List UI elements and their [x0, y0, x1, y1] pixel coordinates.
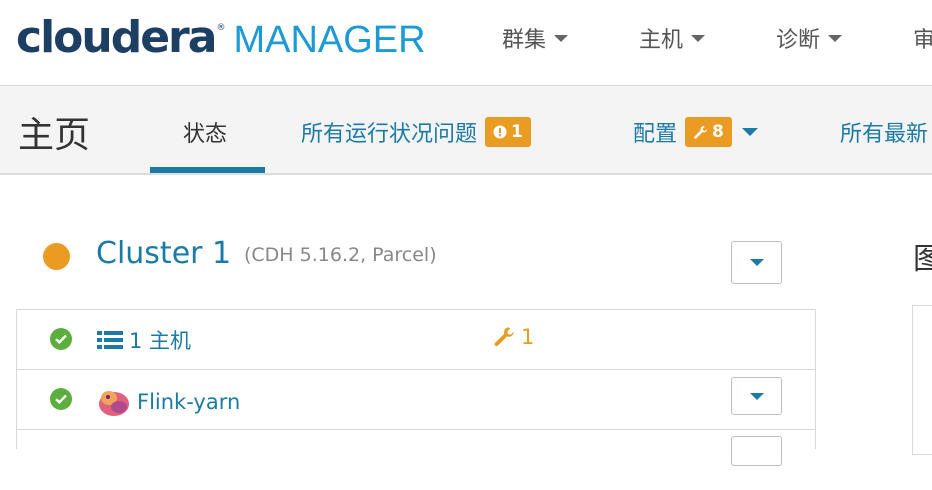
nav-diagnostics-menu[interactable]: 诊断 — [776, 22, 843, 54]
cluster-actions-dropdown[interactable] — [731, 241, 782, 284]
nav-audit-label: 审 — [913, 28, 932, 53]
tab-configuration-label: 配置 — [633, 122, 678, 147]
chevron-down-icon — [749, 259, 764, 266]
exclamation-circle-icon — [493, 125, 507, 139]
cloudera-manager-logo[interactable]: cloudera ® MANAGER — [16, 10, 426, 66]
wrench-icon — [693, 125, 708, 140]
cluster-name-link[interactable]: Cluster 1 — [96, 236, 231, 271]
wrench-icon — [493, 326, 515, 348]
nav-diagnostics-label: 诊断 — [776, 28, 821, 53]
chevron-down-icon — [828, 34, 843, 42]
page-title: 主页 — [18, 115, 91, 156]
config-issues-link[interactable]: 1 — [493, 325, 534, 349]
cluster-status-dot — [43, 243, 70, 270]
configuration-badge: 8 — [685, 117, 732, 147]
right-panel — [912, 305, 932, 455]
logo-registered-mark: ® — [216, 23, 226, 33]
cluster-version: (CDH 5.16.2, Parcel) — [244, 244, 437, 266]
nav-hosts-label: 主机 — [639, 28, 684, 53]
tab-all-recent-label: 所有最新 — [840, 122, 929, 147]
tab-all-health-issues[interactable]: 所有运行状况问题 1 — [301, 116, 531, 148]
health-issues-count: 1 — [511, 122, 523, 142]
check-circle-icon — [50, 328, 72, 350]
nav-hosts-menu[interactable]: 主机 — [639, 22, 706, 54]
flink-icon — [97, 385, 131, 419]
chevron-down-icon — [749, 392, 764, 400]
nav-clusters-label: 群集 — [502, 28, 547, 53]
flink-yarn-service-link[interactable]: Flink-yarn — [97, 385, 240, 419]
flink-yarn-label: Flink-yarn — [137, 390, 241, 414]
chevron-down-icon — [554, 34, 569, 42]
check-circle-icon — [50, 388, 72, 410]
table-row: Flink-yarn — [17, 370, 815, 430]
tab-all-recent[interactable]: 所有最新 — [840, 116, 928, 148]
right-panel-heading: 图 — [913, 242, 932, 277]
nav-clusters-menu[interactable]: 群集 — [502, 22, 569, 54]
tab-status[interactable]: 状态 — [183, 116, 227, 148]
table-row — [17, 430, 815, 490]
logo-manager-text: MANAGER — [233, 19, 426, 61]
hosts-link-label: 1 主机 — [129, 329, 192, 353]
config-issues-count: 1 — [521, 325, 535, 349]
health-issues-badge: 1 — [485, 117, 531, 147]
list-icon — [97, 330, 123, 350]
service-actions-dropdown[interactable] — [731, 377, 782, 415]
top-navbar: cloudera ® MANAGER 群集 主机 诊断 审 — [0, 0, 932, 86]
logo-cloudera-text: cloudera — [16, 12, 217, 63]
tab-health-issues-label: 所有运行状况问题 — [301, 122, 478, 147]
tab-status-label: 状态 — [183, 122, 228, 147]
active-tab-indicator — [150, 167, 265, 173]
service-actions-dropdown[interactable] — [731, 436, 782, 466]
nav-audit-menu[interactable]: 审 — [913, 22, 932, 54]
tab-configuration[interactable]: 配置 8 — [633, 116, 758, 148]
cluster-services-table: 1 主机 1 Flink-yarn — [16, 309, 816, 449]
hosts-link[interactable]: 1 主机 — [97, 325, 191, 355]
chevron-down-icon[interactable] — [741, 128, 758, 136]
page-header-bar: 主页 状态 所有运行状况问题 1 配置 8 所有最新 — [0, 86, 932, 175]
chevron-down-icon — [691, 34, 706, 42]
configuration-count: 8 — [712, 122, 724, 142]
table-row: 1 主机 1 — [17, 310, 815, 370]
